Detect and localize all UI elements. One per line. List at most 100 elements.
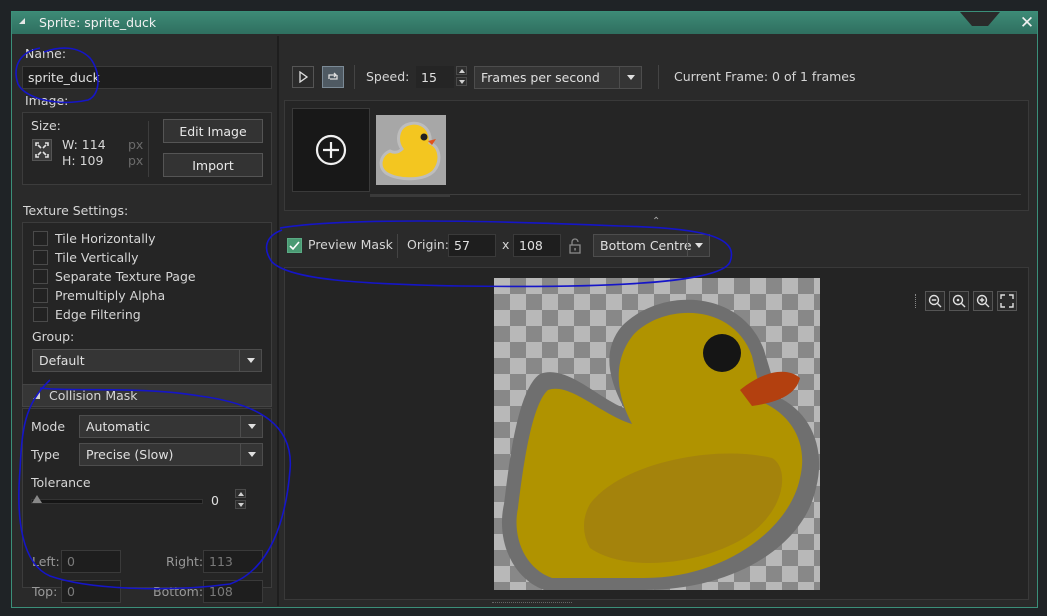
- tolerance-increment[interactable]: [235, 489, 246, 498]
- add-frame-icon: [315, 134, 347, 166]
- collision-mask-header[interactable]: Collision Mask: [22, 384, 272, 407]
- origin-preset-dropdown[interactable]: Bottom Centre: [593, 234, 710, 257]
- resize-grip[interactable]: [492, 602, 572, 605]
- left-input[interactable]: 0: [61, 550, 121, 573]
- collision-group: Mode Automatic Type Precise (Slow) Toler…: [22, 408, 272, 603]
- preview-mask-checkbox[interactable]: [287, 238, 302, 253]
- speed-unit-value: Frames per second: [481, 70, 600, 85]
- toolbar-divider: [354, 65, 355, 89]
- origin-y-input[interactable]: 108: [513, 234, 561, 257]
- frame-thumbnail[interactable]: [376, 115, 446, 185]
- texture-settings-label: Texture Settings:: [23, 203, 129, 218]
- tile-horizontally-label: Tile Horizontally: [55, 231, 156, 246]
- play-button[interactable]: [292, 66, 314, 88]
- chevron-down-icon: [240, 444, 262, 465]
- frame-strip: [284, 100, 1029, 211]
- type-dropdown[interactable]: Precise (Slow): [79, 443, 263, 466]
- type-label: Type: [31, 447, 60, 462]
- bottom-label: Bottom:: [153, 584, 204, 599]
- title-bar[interactable]: Sprite: sprite_duck ✕: [12, 12, 1037, 34]
- edge-filtering-checkbox[interactable]: [33, 307, 48, 322]
- frame-timeline: [370, 194, 1021, 195]
- mode-value: Automatic: [86, 419, 151, 434]
- sprite-editor-window: Sprite: sprite_duck ✕ Name: sprite_duck …: [11, 11, 1038, 608]
- speed-label: Speed:: [366, 69, 410, 84]
- top-input[interactable]: 0: [61, 580, 121, 603]
- origin-label: Origin:: [407, 237, 449, 252]
- speed-decrement[interactable]: [456, 77, 467, 86]
- resize-icon[interactable]: [32, 139, 52, 161]
- lock-icon[interactable]: [569, 238, 581, 254]
- close-button[interactable]: ✕: [1017, 13, 1037, 33]
- tile-vertically-label: Tile Vertically: [55, 250, 139, 265]
- add-frame-button[interactable]: [292, 108, 370, 192]
- zoom-grip-icon: [915, 294, 917, 308]
- premultiply-alpha-label: Premultiply Alpha: [55, 288, 166, 303]
- tile-horizontally-checkbox[interactable]: [33, 231, 48, 246]
- group-dropdown[interactable]: Default: [32, 349, 262, 372]
- image-label: Image:: [25, 93, 69, 108]
- zoom-in-button[interactable]: [973, 291, 993, 311]
- playback-toolbar: Speed: 15 Frames per second Current Fram…: [284, 62, 1030, 92]
- type-value: Precise (Slow): [86, 447, 174, 462]
- top-label: Top:: [32, 584, 58, 599]
- name-input[interactable]: sprite_duck: [22, 66, 272, 89]
- tolerance-decrement[interactable]: [235, 500, 246, 509]
- panel-splitter[interactable]: [277, 36, 279, 606]
- timeline-marker: [370, 194, 450, 197]
- speed-input[interactable]: 15: [416, 66, 454, 88]
- preview-mask-label: Preview Mask: [308, 237, 393, 252]
- speed-increment[interactable]: [456, 66, 467, 75]
- slider-thumb[interactable]: [32, 495, 42, 503]
- loop-icon: [328, 72, 338, 80]
- sprite-canvas[interactable]: [284, 267, 1029, 600]
- edge-filtering-label: Edge Filtering: [55, 307, 141, 322]
- collision-mask-title: Collision Mask: [49, 388, 138, 403]
- tolerance-label: Tolerance: [31, 475, 91, 490]
- tile-vertically-checkbox[interactable]: [33, 250, 48, 265]
- sprite-preview: [494, 278, 820, 590]
- height-unit: px: [128, 153, 144, 168]
- image-group: Size: W: 114 H: 109 px px Edit Image Imp…: [22, 112, 272, 185]
- height-value: H: 109: [62, 153, 104, 168]
- tolerance-slider[interactable]: [31, 499, 203, 504]
- left-label: Left:: [32, 554, 60, 569]
- duck-thumbnail-icon: [379, 121, 441, 181]
- fit-icon: [1000, 294, 1014, 308]
- origin-preset-value: Bottom Centre: [600, 238, 692, 253]
- speed-unit-dropdown[interactable]: Frames per second: [474, 66, 642, 89]
- loop-button[interactable]: [322, 66, 344, 88]
- chevron-down-icon: [619, 67, 641, 88]
- toolbar-divider: [658, 65, 659, 89]
- zoom-reset-icon: [952, 294, 966, 308]
- group-label: Group:: [32, 329, 75, 344]
- bottom-input[interactable]: 108: [203, 580, 263, 603]
- premultiply-alpha-checkbox[interactable]: [33, 288, 48, 303]
- width-unit: px: [128, 137, 144, 152]
- separate-texture-page-checkbox[interactable]: [33, 269, 48, 284]
- zoom-out-button[interactable]: [925, 291, 945, 311]
- origin-separator: x: [502, 237, 510, 252]
- group-value: Default: [39, 353, 85, 368]
- zoom-reset-button[interactable]: [949, 291, 969, 311]
- current-frame-label: Current Frame: 0 of 1 frames: [674, 69, 856, 84]
- tolerance-input[interactable]: 0: [206, 489, 232, 511]
- title-notch: [960, 12, 1000, 26]
- origin-toolbar: Preview Mask Origin: 57 x 108 Bottom Cen…: [284, 230, 1030, 260]
- import-button[interactable]: Import: [163, 153, 263, 177]
- play-icon: [299, 71, 309, 83]
- edit-image-button[interactable]: Edit Image: [163, 119, 263, 143]
- origin-x-input[interactable]: 57: [448, 234, 496, 257]
- image-divider: [148, 121, 149, 177]
- right-label: Right:: [166, 554, 204, 569]
- zoom-in-icon: [976, 294, 990, 308]
- chevron-down-icon: [687, 235, 709, 256]
- right-input[interactable]: 113: [203, 550, 263, 573]
- mode-dropdown[interactable]: Automatic: [79, 415, 263, 438]
- collapse-arrow-icon[interactable]: [19, 18, 25, 24]
- fit-button[interactable]: [997, 291, 1017, 311]
- chevron-down-icon: [240, 416, 262, 437]
- expand-arrow-icon[interactable]: ⌃: [652, 216, 660, 227]
- separate-texture-page-label: Separate Texture Page: [55, 269, 196, 284]
- width-value: W: 114: [62, 137, 106, 152]
